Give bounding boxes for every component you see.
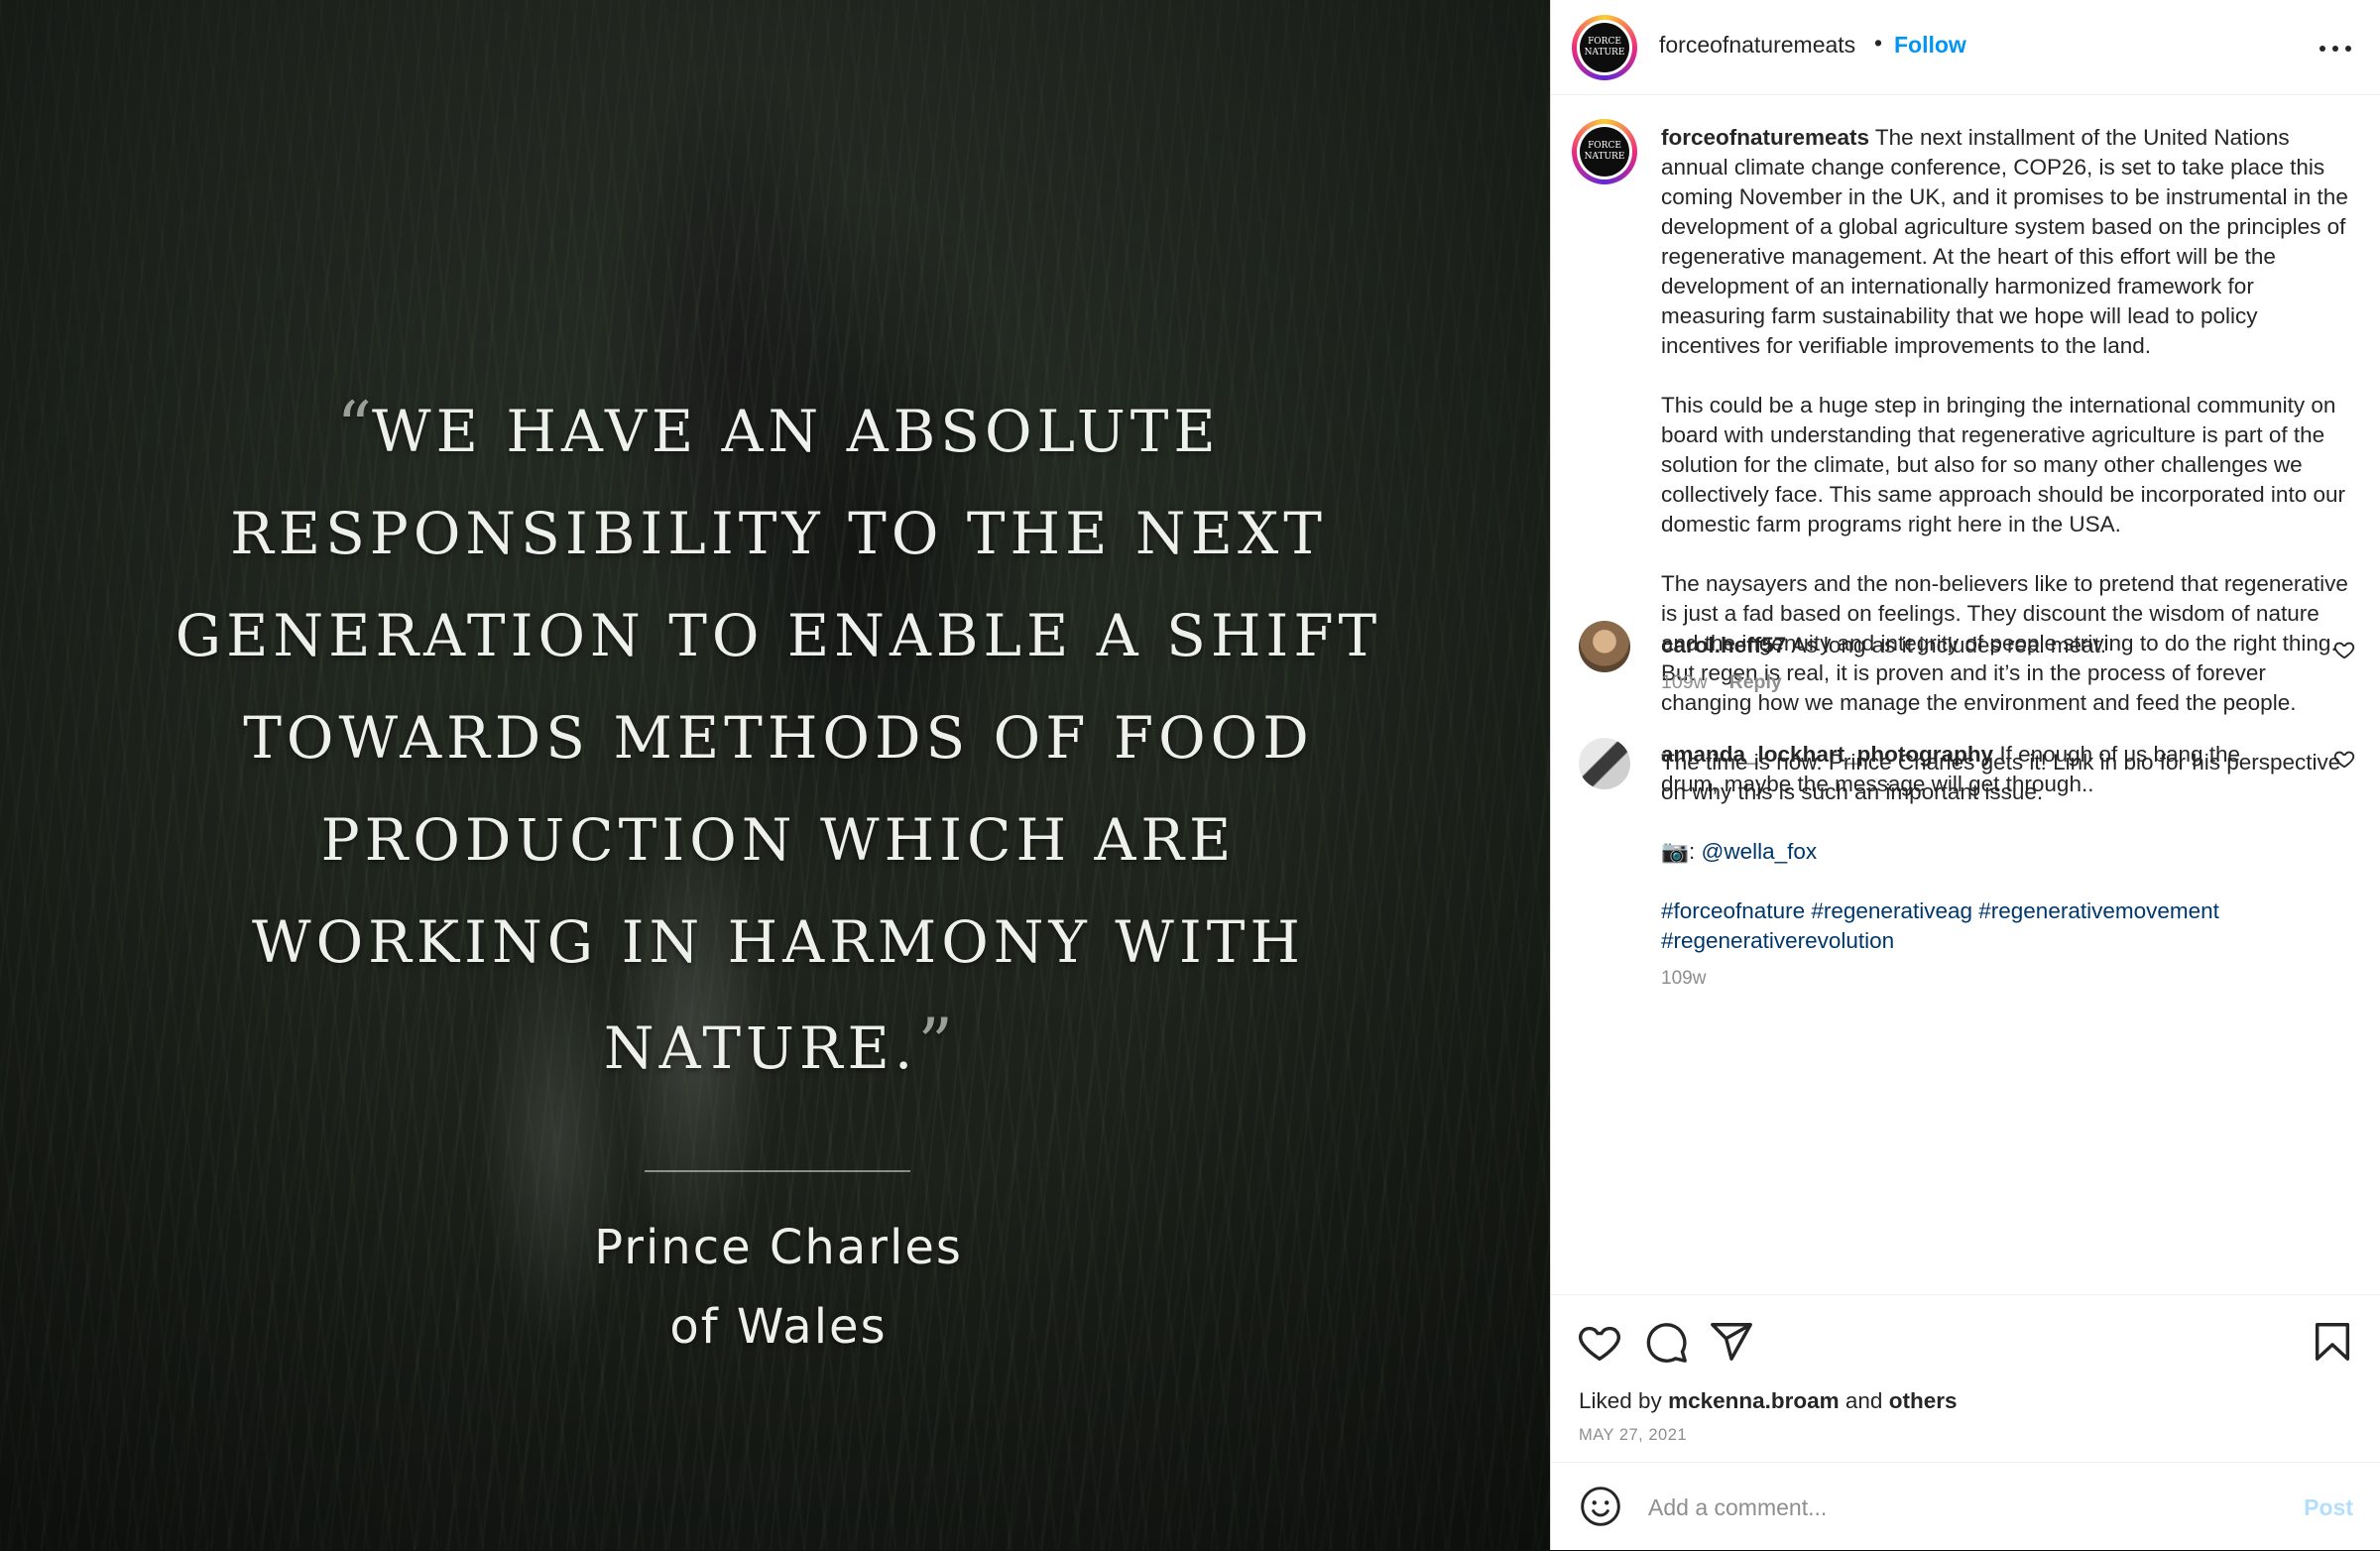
hashtag-link[interactable]: #regenerativemovement (1978, 898, 2219, 923)
comment-like-icon[interactable] (2333, 748, 2355, 770)
hashtag-link[interactable]: #regenerativerevolution (1661, 928, 1894, 953)
header-separator: • (1874, 30, 1883, 56)
emoji-icon[interactable] (1579, 1485, 1622, 1528)
attribution-line-1: Prince Charles (594, 1220, 963, 1275)
comment-input[interactable] (1646, 1485, 2265, 1530)
comment-text: amanda_lockhart_photography If enough of… (1661, 740, 2296, 799)
comment-age[interactable]: 109w (1661, 671, 1708, 693)
commenter-avatar[interactable] (1579, 738, 1630, 789)
caption-avatar[interactable]: FORCE NATURE (1572, 119, 1637, 184)
comment-like-icon[interactable] (2333, 639, 2355, 660)
liked-by-and: and (1844, 1388, 1883, 1413)
attribution-line-2: of Wales (669, 1299, 888, 1355)
liked-by-line: Liked by mckenna.broam and others (1579, 1388, 1957, 1414)
comment-item: amanda_lockhart_photography If enough of… (1551, 730, 2380, 898)
caption-username[interactable]: forceofnaturemeats (1661, 125, 1869, 150)
caption-age[interactable]: 109w (1661, 964, 2355, 994)
post-actions: Liked by mckenna.broam and others MAY 27… (1551, 1294, 2380, 1464)
comment-username[interactable]: carol.heff57 (1661, 633, 1786, 657)
comment-icon[interactable] (1643, 1319, 1689, 1365)
header-username[interactable]: forceofnaturemeats (1659, 32, 1855, 59)
brand-logo: FORCE NATURE (1580, 23, 1629, 72)
caption-paragraph-2: This could be a huge step in bringing th… (1661, 393, 2352, 537)
follow-button[interactable]: Follow (1894, 32, 1966, 59)
post-side-panel: FORCE NATURE forceofnaturemeats • Follow… (1550, 0, 2380, 1550)
quote-block: “WE HAVE AN ABSOLUTE RESPONSIBILITY TO T… (149, 377, 1408, 1100)
brand-logo: FORCE NATURE (1580, 127, 1629, 177)
bookmark-icon[interactable] (2310, 1319, 2355, 1365)
post-image[interactable]: “WE HAVE AN ABSOLUTE RESPONSIBILITY TO T… (0, 0, 1550, 1550)
reply-button[interactable]: Reply (1729, 671, 1782, 693)
more-options-icon[interactable] (2316, 28, 2355, 63)
post-header: FORCE NATURE forceofnaturemeats • Follow (1551, 0, 2380, 95)
caption-paragraph-1: The next installment of the United Natio… (1661, 125, 2355, 358)
profile-avatar[interactable]: FORCE NATURE (1572, 15, 1637, 80)
quote-close-mark: ” (917, 1004, 954, 1085)
comment-text: carol.heff57 As long as it includes real… (1661, 631, 2296, 660)
quote-attribution: Prince Charles of Wales (476, 1208, 1081, 1367)
liked-by-user[interactable]: mckenna.broam (1668, 1388, 1840, 1413)
heart-icon[interactable] (1577, 1319, 1622, 1365)
quote-text: “WE HAVE AN ABSOLUTE RESPONSIBILITY TO T… (149, 377, 1408, 1100)
commenter-avatar[interactable] (1579, 621, 1630, 672)
attribution-divider (645, 1170, 910, 1172)
liked-by-others[interactable]: others (1889, 1388, 1958, 1413)
liked-by-prefix: Liked by (1579, 1388, 1662, 1413)
quote-open-mark: “ (336, 387, 373, 468)
hashtag-link[interactable]: #forceofnature (1661, 898, 1805, 923)
comment-meta: 109w Reply (1661, 671, 1782, 694)
share-icon[interactable] (1709, 1319, 1754, 1365)
post-date[interactable]: MAY 27, 2021 (1579, 1426, 1687, 1445)
add-comment-bar: Post (1551, 1462, 2380, 1551)
comment-username[interactable]: amanda_lockhart_photography (1661, 742, 1993, 767)
hashtag-link[interactable]: #regenerativeag (1811, 898, 1972, 923)
comment-body: As long as it includes real meat. (1791, 633, 2106, 657)
comments-scroll-area[interactable]: FORCE NATURE forceofnaturemeats The next… (1551, 95, 2380, 1295)
quote-body: WE HAVE AN ABSOLUTE RESPONSIBILITY TO TH… (175, 398, 1382, 1082)
post-comment-button[interactable]: Post (2304, 1494, 2353, 1521)
